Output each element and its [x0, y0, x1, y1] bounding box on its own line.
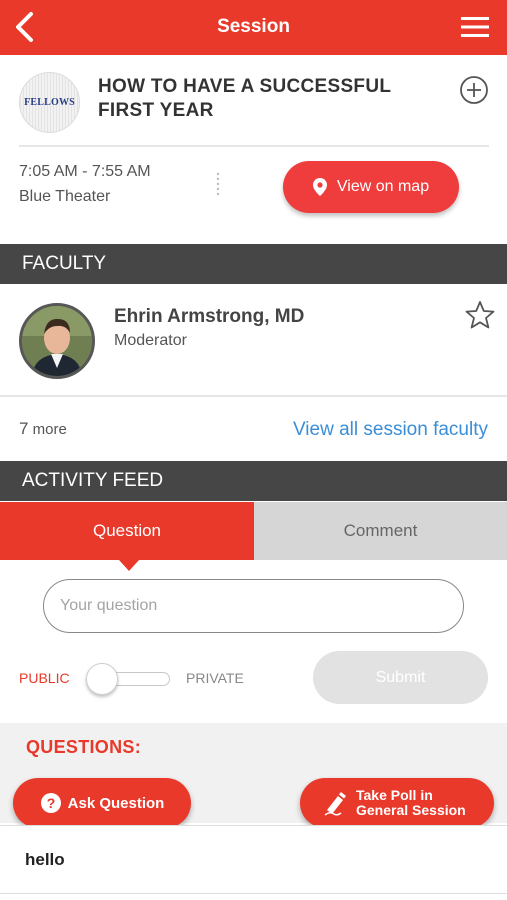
- submit-button[interactable]: Submit: [313, 651, 488, 704]
- session-title: HOW TO HAVE A SUCCESSFUL FIRST YEAR: [98, 75, 418, 123]
- more-faculty-row: 7 more View all session faculty: [0, 398, 507, 461]
- tab-comment[interactable]: Comment: [254, 502, 507, 560]
- faculty-avatar: [19, 303, 95, 379]
- more-faculty-count: 7 more: [19, 419, 67, 439]
- faculty-row[interactable]: Ehrin Armstrong, MD Moderator: [0, 285, 507, 397]
- view-on-map-button[interactable]: View on map: [283, 161, 459, 213]
- session-info: FELLOWS HOW TO HAVE A SUCCESSFUL FIRST Y…: [0, 55, 507, 245]
- take-poll-button[interactable]: Take Poll in General Session: [300, 778, 494, 828]
- top-bar: Session: [0, 0, 507, 55]
- view-all-faculty-link[interactable]: View all session faculty: [293, 419, 488, 441]
- active-tab-indicator: [119, 560, 139, 571]
- take-poll-line2: General Session: [356, 802, 466, 818]
- private-label: PRIVATE: [186, 670, 244, 686]
- session-location: Blue Theater: [19, 188, 111, 205]
- toggle-knob[interactable]: [86, 663, 118, 695]
- divider: [19, 145, 489, 147]
- more-label: more: [32, 421, 67, 438]
- question-mark-icon: ?: [40, 793, 61, 813]
- faculty-header: FACULTY: [0, 244, 507, 284]
- tab-question[interactable]: Question: [0, 502, 254, 560]
- activity-feed-header: ACTIVITY FEED: [0, 461, 507, 501]
- more-count: 7: [19, 419, 29, 438]
- vertical-dots-divider: [216, 172, 220, 196]
- pen-icon: [324, 792, 346, 816]
- person-photo-icon: [22, 306, 92, 376]
- view-on-map-label: View on map: [336, 178, 430, 195]
- take-poll-line1: Take Poll in: [356, 787, 433, 803]
- public-label: PUBLIC: [19, 670, 70, 686]
- question-input[interactable]: [43, 579, 464, 633]
- session-title-line2: FIRST YEAR: [98, 100, 214, 121]
- session-time: 7:05 AM - 7:55 AM: [19, 163, 151, 180]
- logo-text: FELLOWS: [24, 97, 75, 108]
- questions-heading: QUESTIONS:: [26, 737, 142, 757]
- svg-text:?: ?: [46, 795, 55, 811]
- question-list-item[interactable]: hello: [0, 825, 507, 894]
- favorite-star-icon[interactable]: [465, 300, 495, 330]
- page-title: Session: [217, 16, 290, 37]
- faculty-role: Moderator: [114, 332, 187, 349]
- question-text: hello: [25, 850, 65, 869]
- activity-tabs: Question Comment: [0, 502, 507, 560]
- hamburger-menu-icon[interactable]: [461, 16, 489, 38]
- fellows-logo: FELLOWS: [19, 72, 80, 133]
- faculty-name: Ehrin Armstrong, MD: [114, 306, 305, 327]
- take-poll-label: Take Poll in General Session: [356, 788, 466, 818]
- add-to-schedule-icon[interactable]: [459, 75, 489, 105]
- ask-question-label: Ask Question: [67, 794, 165, 812]
- ask-question-button[interactable]: ? Ask Question: [13, 778, 191, 828]
- visibility-toggle[interactable]: [86, 662, 170, 695]
- map-pin-icon: [312, 178, 327, 196]
- session-title-line1: HOW TO HAVE A SUCCESSFUL: [98, 76, 392, 97]
